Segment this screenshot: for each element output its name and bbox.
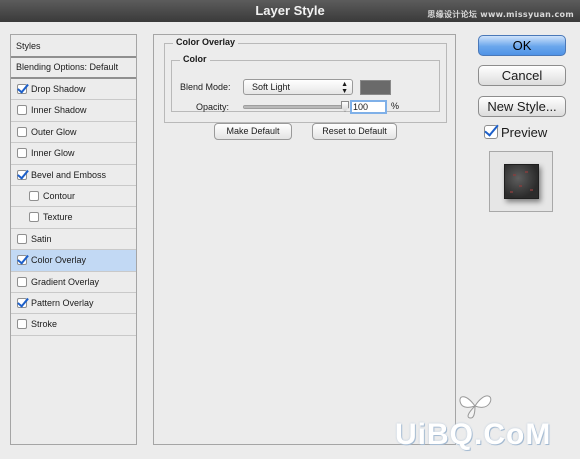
- style-checkbox[interactable]: [17, 169, 27, 180]
- style-item-label: Pattern Overlay: [31, 297, 94, 308]
- preview-checkbox[interactable]: [484, 125, 498, 139]
- preview-thumbnail: [489, 151, 553, 212]
- new-style-button[interactable]: New Style...: [478, 96, 566, 117]
- style-item-label: Contour: [43, 190, 76, 201]
- style-item-label: Drop Shadow: [31, 84, 86, 94]
- ok-button[interactable]: OK: [478, 35, 566, 56]
- style-checkbox[interactable]: [17, 148, 27, 159]
- style-item-label: Texture: [43, 212, 73, 223]
- layer-style-dialog: Layer Style 思缘设计论坛 www.missyuan.com Styl…: [0, 0, 580, 459]
- style-item-gradient-overlay[interactable]: Gradient Overlay: [11, 272, 136, 293]
- style-item-label: Gradient Overlay: [31, 276, 100, 287]
- blend-mode-label: Blend Mode:: [180, 82, 231, 92]
- style-item-color-overlay[interactable]: Color Overlay: [11, 250, 136, 272]
- section-title: Color Overlay: [173, 37, 239, 47]
- style-item-outer-glow[interactable]: Outer Glow: [11, 122, 136, 144]
- cancel-button[interactable]: Cancel: [478, 65, 566, 86]
- make-default-button[interactable]: Make Default: [214, 123, 292, 140]
- updown-arrows-icon: ▲ ▼: [341, 81, 348, 95]
- blend-mode-value: Soft Light: [252, 82, 291, 92]
- style-item-texture[interactable]: Texture: [11, 207, 136, 229]
- blending-options-item[interactable]: Blending Options: Default: [11, 58, 136, 79]
- title-bar: Layer Style 思缘设计论坛 www.missyuan.com: [0, 0, 580, 22]
- preview-swatch: [504, 164, 539, 199]
- opacity-input[interactable]: 100: [350, 100, 387, 114]
- style-list: Styles Blending Options: Default Drop Sh…: [10, 34, 137, 445]
- style-checkbox[interactable]: [17, 297, 27, 308]
- opacity-label: Opacity:: [196, 102, 230, 112]
- opacity-slider-thumb[interactable]: [341, 101, 349, 112]
- opacity-unit: %: [391, 101, 400, 111]
- style-checkbox[interactable]: [29, 190, 39, 201]
- style-checkbox[interactable]: [17, 255, 27, 266]
- reset-to-default-button[interactable]: Reset to Default: [312, 123, 397, 140]
- style-item-inner-glow[interactable]: Inner Glow: [11, 143, 136, 165]
- style-checkbox[interactable]: [17, 233, 27, 244]
- style-item-label: Inner Shadow: [31, 105, 87, 116]
- color-swatch[interactable]: [360, 80, 391, 95]
- style-item-label: Bevel and Emboss: [31, 169, 107, 180]
- opacity-slider[interactable]: [243, 101, 349, 112]
- style-item-bevel-and-emboss[interactable]: Bevel and Emboss: [11, 165, 136, 186]
- style-item-inner-shadow[interactable]: Inner Shadow: [11, 100, 136, 122]
- style-checkbox[interactable]: [17, 319, 27, 330]
- site-watermark: 思缘设计论坛 www.missyuan.com: [427, 10, 574, 19]
- style-item-label: Outer Glow: [31, 126, 77, 137]
- style-item-satin[interactable]: Satin: [11, 229, 136, 251]
- style-checkbox[interactable]: [17, 126, 27, 137]
- style-item-label: Satin: [31, 233, 52, 244]
- style-item-label: Inner Glow: [31, 148, 75, 159]
- style-checkbox[interactable]: [17, 84, 27, 94]
- style-checkbox[interactable]: [29, 212, 39, 223]
- style-item-label: Color Overlay: [31, 255, 87, 266]
- bottom-watermark: UiBQ.CoM: [395, 418, 552, 451]
- blend-mode-select[interactable]: Soft Light ▲ ▼: [243, 79, 353, 95]
- styles-header[interactable]: Styles: [11, 35, 136, 58]
- color-overlay-panel: Color Overlay Color Blend Mode: Soft Lig…: [153, 34, 456, 445]
- style-checkbox[interactable]: [17, 276, 27, 287]
- style-item-drop-shadow[interactable]: Drop Shadow: [11, 79, 136, 101]
- style-item-pattern-overlay[interactable]: Pattern Overlay: [11, 293, 136, 315]
- window-title: Layer Style: [255, 3, 325, 18]
- style-item-contour[interactable]: Contour: [11, 186, 136, 208]
- color-overlay-group: Color Overlay Color Blend Mode: Soft Lig…: [164, 37, 447, 123]
- group-title: Color: [180, 54, 210, 64]
- style-checkbox[interactable]: [17, 105, 27, 116]
- color-group: Color Blend Mode: Soft Light ▲ ▼ Opacity:…: [171, 54, 440, 114]
- opacity-slider-fill: [244, 106, 345, 108]
- style-item-stroke[interactable]: Stroke: [11, 314, 136, 336]
- style-item-label: Stroke: [31, 319, 58, 330]
- preview-label: Preview: [501, 125, 548, 140]
- preview-toggle[interactable]: Preview: [484, 124, 547, 142]
